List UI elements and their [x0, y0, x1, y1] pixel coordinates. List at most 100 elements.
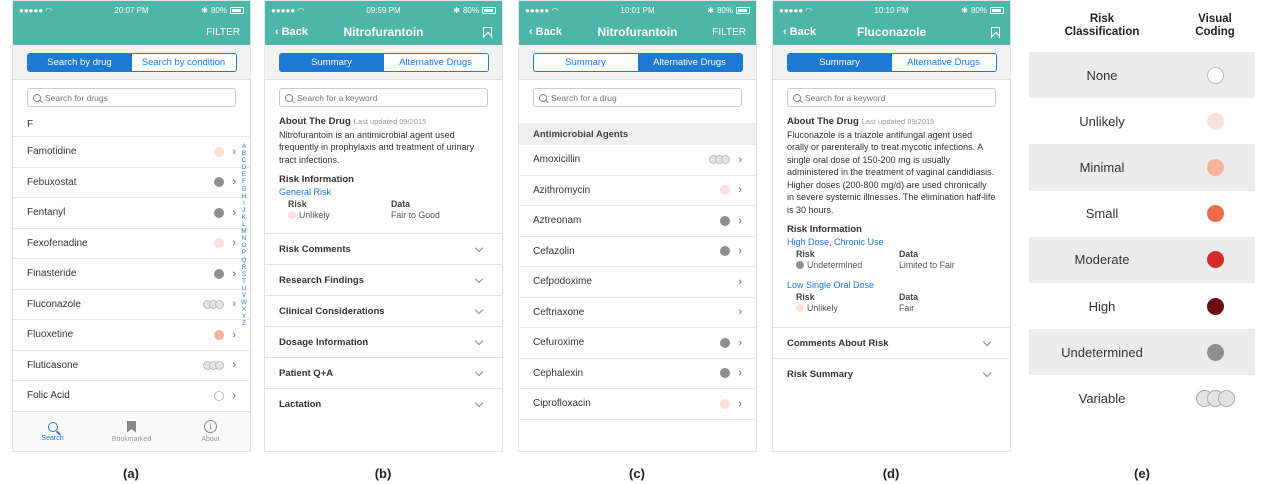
list-item[interactable]: Cefpodoxime › [519, 267, 756, 298]
undetermined-risk-dot-icon [720, 368, 731, 379]
alphabet-letter[interactable]: N [241, 235, 247, 242]
risk-group-link[interactable]: Low Single Oral Dose [787, 280, 996, 290]
list-item[interactable]: Febuxostat › [13, 168, 250, 198]
alphabet-letter[interactable]: K [241, 214, 247, 221]
risk-group-link[interactable]: High Dose, Chronic Use [787, 237, 996, 247]
tab-about[interactable]: i About [171, 412, 250, 451]
alphabet-letter[interactable]: A [241, 143, 247, 150]
alphabet-letter[interactable]: G [241, 186, 247, 193]
alphabet-letter[interactable]: L [241, 221, 247, 228]
alphabet-letter[interactable]: D [241, 164, 247, 171]
alphabet-letter[interactable]: X [241, 306, 247, 313]
list-item[interactable]: Cefuroxime › [519, 328, 756, 359]
list-item[interactable]: Famotidine › [13, 137, 250, 168]
alphabet-letter[interactable]: S [241, 271, 247, 278]
legend-symbol [1175, 112, 1255, 130]
alphabet-letter[interactable]: Q [241, 257, 247, 264]
alphabet-letter[interactable]: H [241, 193, 247, 200]
tab-summary[interactable]: Summary [787, 53, 892, 71]
back-button[interactable]: ‹ Back [275, 26, 308, 38]
list-item[interactable]: Finasteride › [13, 259, 250, 290]
list-item[interactable]: Fluconazole › [13, 290, 250, 320]
filter-button[interactable]: FILTER [712, 27, 746, 38]
alphabet-letter[interactable]: P [241, 249, 247, 256]
screen-drug-summary-fluconazole: ●●●●● ◠ 10:10 PM ✱ 80% ‹ Back Fluconazole … [772, 0, 1011, 452]
bookmark-button[interactable] [991, 26, 1000, 38]
risk-header: Risk [796, 249, 815, 259]
alphabet-letter[interactable]: W [241, 299, 247, 306]
alphabet-letter[interactable]: C [241, 157, 247, 164]
alphabet-letter[interactable]: F [241, 178, 247, 185]
alphabet-index[interactable]: ABCDEFGHIJKLMNOPQRSTUVWXYZ [241, 143, 247, 327]
chevron-right-icon: › [738, 275, 742, 288]
list-item[interactable]: Aztreonam › [519, 206, 756, 237]
accordion-item[interactable]: Patient Q+A [265, 357, 502, 388]
general-risk-link[interactable]: General Risk [279, 187, 488, 197]
legend-row: Moderate [1029, 236, 1255, 283]
tab-alternative-drugs[interactable]: Alternative Drugs [891, 53, 996, 71]
list-item[interactable]: Cephalexin › [519, 359, 756, 389]
back-button[interactable]: ‹ Back [529, 26, 562, 38]
list-item[interactable]: Ciprofloxacin › [519, 389, 756, 420]
alphabet-letter[interactable]: I [241, 200, 247, 207]
alphabet-letter[interactable]: T [241, 278, 247, 285]
tab-search-by-drug[interactable]: Search by drug [27, 53, 132, 71]
alphabet-letter[interactable]: U [241, 285, 247, 292]
accordion-label: Patient Q+A [279, 367, 334, 379]
tab-bookmarked-label: Bookmarked [111, 435, 152, 443]
alphabet-letter[interactable]: V [241, 292, 247, 299]
alphabet-letter[interactable]: R [241, 264, 247, 271]
accordion-item[interactable]: Risk Comments [265, 233, 502, 264]
alphabet-letter[interactable]: Z [241, 320, 247, 327]
list-item[interactable]: Amoxicillin › [519, 145, 756, 176]
bookmark-button[interactable] [483, 26, 492, 38]
keyword-search-input[interactable]: Search for a keyword [279, 88, 488, 107]
legend-label: Minimal [1079, 159, 1125, 175]
tab-search-by-condition[interactable]: Search by condition [131, 53, 236, 71]
risk-group: Low Single Oral Dose Risk Data Unlikely Fair [787, 280, 996, 313]
list-item[interactable]: Azithromycin › [519, 176, 756, 206]
search-icon [33, 93, 41, 102]
alphabet-letter[interactable]: B [241, 150, 247, 157]
alphabet-letter[interactable]: Y [241, 313, 247, 320]
segmented-control: Summary Alternative Drugs [786, 52, 997, 72]
tab-alternative-drugs[interactable]: Alternative Drugs [383, 53, 488, 71]
screen-search-by-drug: ●●●●● ◠ 20:07 PM ✱ 80% FILTER Search by d… [12, 0, 251, 452]
search-icon [47, 421, 58, 432]
unlikely-risk-dot-icon [720, 398, 731, 409]
alphabet-letter[interactable]: E [241, 171, 247, 178]
list-item[interactable]: Cefazolin › [519, 237, 756, 267]
list-item[interactable]: Fexofenadine › [13, 229, 250, 259]
accordion-item[interactable]: Research Findings [265, 264, 502, 295]
battery-icon [230, 6, 244, 14]
signal-icon: ●●●●● ◠ [525, 5, 559, 15]
accordion-item[interactable]: Comments About Risk [773, 327, 1010, 358]
alphabet-letter[interactable]: O [241, 242, 247, 249]
unlikely-risk-dot-icon [720, 185, 731, 196]
back-button[interactable]: ‹ Back [783, 26, 816, 38]
list-item[interactable]: Fluticasone › [13, 351, 250, 381]
drug-search-input[interactable]: Search for drugs [27, 88, 236, 107]
tab-summary[interactable]: Summary [279, 53, 384, 71]
accordion-item[interactable]: Dosage Information [265, 326, 502, 357]
accordion-label: Dosage Information [279, 336, 369, 348]
tab-bookmarked[interactable]: Bookmarked [92, 412, 171, 451]
alphabet-letter[interactable]: J [241, 207, 247, 214]
tab-summary[interactable]: Summary [533, 53, 638, 71]
chevron-right-icon: › [738, 397, 742, 410]
accordion-item[interactable]: Clinical Considerations [265, 295, 502, 326]
accordion-item[interactable]: Lactation [265, 388, 502, 419]
list-item[interactable]: Folic Acid › [13, 381, 250, 412]
tab-search[interactable]: Search [13, 412, 92, 451]
tab-alternative-drugs[interactable]: Alternative Drugs [637, 53, 742, 71]
keyword-search-input[interactable]: Search for a keyword [787, 88, 996, 107]
list-item[interactable]: Ceftriaxone › [519, 298, 756, 328]
accordion-item[interactable]: Risk Summary [773, 358, 1010, 389]
filter-button[interactable]: FILTER [206, 27, 240, 38]
list-item[interactable]: Fluoxetine › [13, 320, 250, 351]
chevron-right-icon: › [232, 145, 236, 158]
risk-header: Risk [288, 199, 307, 209]
alphabet-letter[interactable]: M [241, 228, 247, 235]
drug-search-input[interactable]: Search for a drug [533, 88, 742, 107]
list-item[interactable]: Fentanyl › [13, 198, 250, 229]
